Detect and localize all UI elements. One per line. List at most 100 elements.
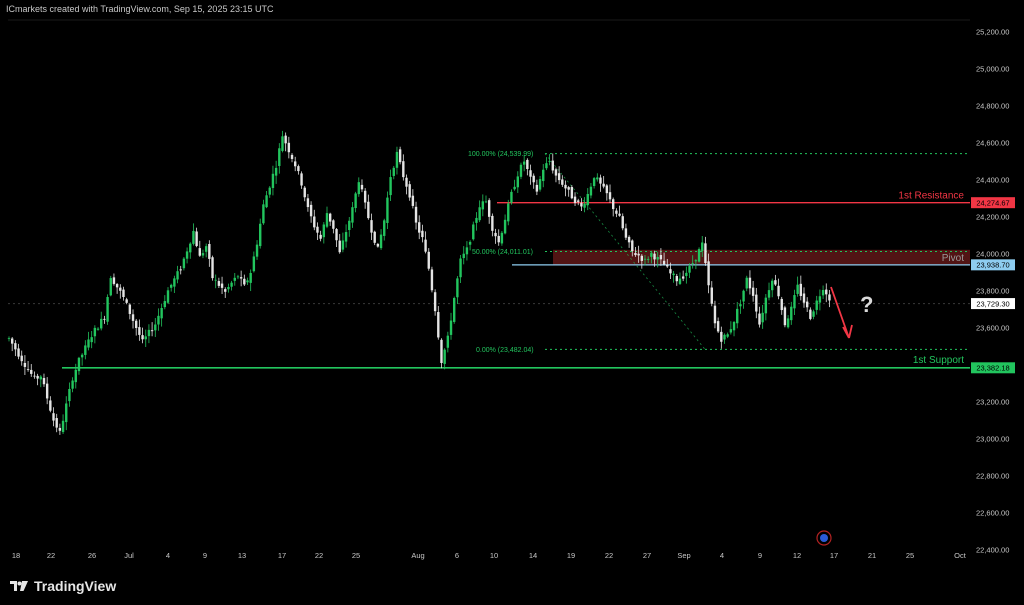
candle-body bbox=[7, 338, 11, 340]
candle-body bbox=[169, 284, 173, 288]
candle-body bbox=[487, 200, 491, 217]
candle-body bbox=[414, 206, 418, 223]
candle-body bbox=[456, 278, 459, 298]
candle-body bbox=[195, 231, 198, 247]
candle-body bbox=[669, 269, 672, 274]
candle-body bbox=[421, 230, 424, 238]
candle-body bbox=[570, 187, 574, 199]
candle-body bbox=[459, 258, 462, 278]
time-axis[interactable]: 18 22 26 Jul 4 9 13 17 22 25 Aug 6 10 14 19 22 27 Sep 4 9 12… bbox=[12, 551, 967, 560]
candle-body bbox=[297, 166, 300, 172]
candle-body bbox=[437, 312, 440, 338]
tradingview-logo-icon bbox=[10, 581, 28, 591]
candle-body bbox=[138, 327, 141, 335]
price-axis-tick: 24,800.00 bbox=[976, 102, 1009, 111]
time-axis-label: 17 bbox=[830, 551, 838, 560]
candle-body bbox=[249, 272, 252, 283]
candle-body bbox=[370, 220, 373, 233]
candle-body bbox=[662, 260, 666, 265]
candle-body bbox=[659, 255, 663, 260]
down-arrow-icon bbox=[830, 286, 853, 339]
candle-body bbox=[440, 339, 443, 363]
candle-body bbox=[338, 240, 341, 253]
resistance-price-text: 24,274.67 bbox=[976, 198, 1009, 207]
time-axis-label: 10 bbox=[490, 551, 498, 560]
candle-body bbox=[783, 307, 787, 326]
candle-body bbox=[739, 304, 742, 307]
pivot-zone bbox=[553, 249, 970, 265]
replay-icon[interactable] bbox=[816, 530, 832, 546]
candle-body bbox=[100, 318, 103, 329]
price-axis[interactable]: 22,400.00 22,600.00 22,800.00 23,000.00 23,2… bbox=[976, 0, 1009, 555]
price-chart[interactable]: 100.00% (24,539.99) 50.00% (24,011.01) 0… bbox=[0, 0, 1024, 605]
time-axis-label: Jul bbox=[124, 551, 134, 560]
candle-body bbox=[513, 186, 516, 190]
candle-body bbox=[14, 343, 17, 350]
candle-body bbox=[793, 295, 796, 309]
price-axis-tick: 22,600.00 bbox=[976, 509, 1009, 518]
candle-body bbox=[621, 216, 624, 229]
candle-body bbox=[551, 160, 554, 171]
candle-body bbox=[634, 253, 637, 256]
tradingview-brand[interactable]: TradingView bbox=[8, 576, 116, 596]
candle-body bbox=[545, 163, 548, 169]
candle-body bbox=[478, 207, 481, 221]
candle-body bbox=[255, 244, 259, 257]
candle-body bbox=[599, 177, 602, 184]
candle-body bbox=[71, 380, 74, 389]
candle-body bbox=[74, 369, 77, 383]
candle-body bbox=[433, 292, 437, 312]
time-axis-label: 25 bbox=[906, 551, 914, 560]
candle-body bbox=[640, 255, 644, 261]
candle-body bbox=[675, 276, 678, 282]
candle-body bbox=[17, 348, 20, 357]
candle-body bbox=[144, 336, 147, 340]
candle-body bbox=[573, 196, 577, 203]
candle-body bbox=[96, 328, 100, 330]
candle-body bbox=[443, 349, 446, 364]
candle-body bbox=[497, 235, 500, 243]
candle-body bbox=[373, 231, 376, 243]
candle-body bbox=[732, 322, 736, 331]
candle-body bbox=[538, 179, 542, 190]
price-axis-tick: 24,000.00 bbox=[976, 250, 1009, 259]
candle-body bbox=[678, 278, 682, 284]
candle-body bbox=[618, 213, 621, 216]
candle-body bbox=[55, 418, 58, 428]
candle-body bbox=[182, 258, 186, 269]
candle-body bbox=[446, 335, 450, 348]
candle-body bbox=[246, 280, 249, 283]
current-price-text: 23,729.30 bbox=[976, 299, 1009, 308]
time-axis-label: 18 bbox=[12, 551, 20, 560]
candle-body bbox=[217, 281, 221, 286]
candle-body bbox=[650, 252, 653, 257]
price-axis-tick: 22,800.00 bbox=[976, 472, 1009, 481]
candle-body bbox=[615, 210, 618, 214]
candle-body bbox=[605, 185, 609, 194]
time-axis-label: 21 bbox=[868, 551, 876, 560]
candle-body bbox=[166, 290, 170, 303]
candle-body bbox=[402, 161, 405, 178]
time-axis-label: 22 bbox=[47, 551, 55, 560]
candle-body bbox=[405, 177, 408, 187]
candle-body bbox=[624, 228, 628, 238]
candle-body bbox=[135, 320, 138, 329]
candle-body bbox=[780, 298, 783, 311]
candle-body bbox=[198, 248, 201, 256]
candle-body bbox=[189, 243, 192, 253]
candle-body bbox=[522, 161, 526, 165]
candle-body bbox=[554, 169, 558, 176]
candle-body bbox=[84, 345, 87, 355]
candle-body bbox=[583, 203, 586, 208]
candle-body bbox=[395, 151, 399, 168]
candle-body bbox=[825, 289, 828, 295]
price-axis-tick: 23,800.00 bbox=[976, 287, 1009, 296]
candle-body bbox=[157, 315, 160, 325]
candle-body bbox=[284, 135, 287, 144]
candle-body bbox=[818, 296, 822, 303]
candle-body bbox=[704, 243, 707, 264]
candle-body bbox=[716, 321, 720, 332]
candle-body bbox=[809, 309, 812, 319]
candle-body bbox=[36, 375, 39, 379]
candle-body bbox=[821, 290, 825, 296]
